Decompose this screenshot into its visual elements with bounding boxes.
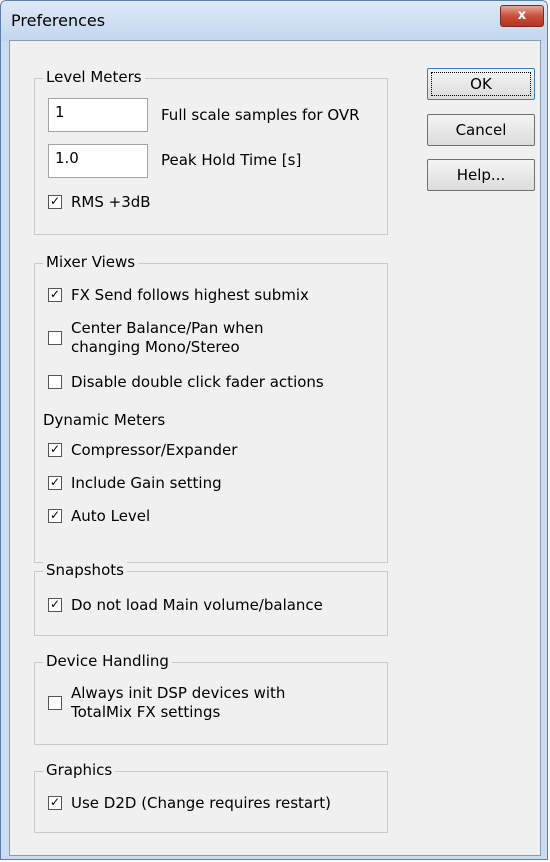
no-main-volume-label: Do not load Main volume/balance bbox=[71, 596, 323, 614]
rms-checkbox[interactable]: ✓ RMS +3dB bbox=[48, 193, 151, 211]
check-icon: ✓ bbox=[48, 795, 62, 810]
center-balance-checkbox[interactable]: Center Balance/Pan when changing Mono/St… bbox=[48, 319, 263, 357]
unchecked-box-icon bbox=[48, 696, 62, 710]
unchecked-box-icon bbox=[48, 331, 62, 345]
check-icon: ✓ bbox=[48, 287, 62, 302]
always-init-label-line2: TotalMix FX settings bbox=[71, 703, 221, 721]
center-balance-label-line1: Center Balance/Pan when bbox=[71, 319, 264, 337]
check-icon: ✓ bbox=[48, 508, 62, 523]
fx-send-checkbox[interactable]: ✓ FX Send follows highest submix bbox=[48, 286, 309, 304]
title-bar: Preferences x bbox=[1, 1, 547, 41]
check-icon: ✓ bbox=[48, 597, 62, 612]
include-gain-label: Include Gain setting bbox=[71, 474, 222, 492]
rms-label: RMS +3dB bbox=[71, 193, 151, 211]
help-button[interactable]: Help... bbox=[427, 159, 535, 191]
auto-level-label: Auto Level bbox=[71, 507, 151, 525]
preferences-dialog: Preferences x OK Cancel Help... Level Me… bbox=[0, 0, 548, 860]
level-meters-label: Level Meters bbox=[43, 68, 145, 86]
compressor-label: Compressor/Expander bbox=[71, 441, 238, 459]
disable-double-click-checkbox[interactable]: Disable double click fader actions bbox=[48, 373, 324, 391]
check-icon: ✓ bbox=[48, 475, 62, 490]
ok-button[interactable]: OK bbox=[427, 68, 535, 100]
cancel-button[interactable]: Cancel bbox=[427, 114, 535, 146]
peak-hold-input[interactable]: 1.0 bbox=[48, 144, 148, 178]
always-init-checkbox[interactable]: Always init DSP devices with TotalMix FX… bbox=[48, 684, 285, 722]
ok-button-label: OK bbox=[431, 72, 531, 96]
include-gain-checkbox[interactable]: ✓ Include Gain setting bbox=[48, 474, 222, 492]
fx-send-label: FX Send follows highest submix bbox=[71, 286, 309, 304]
dialog-body: OK Cancel Help... Level Meters 1 Full sc… bbox=[9, 40, 541, 856]
unchecked-box-icon bbox=[48, 375, 62, 389]
mixer-views-label: Mixer Views bbox=[43, 253, 139, 271]
snapshots-label: Snapshots bbox=[43, 561, 127, 579]
ovr-samples-label: Full scale samples for OVR bbox=[161, 106, 360, 124]
always-init-label-line1: Always init DSP devices with bbox=[71, 684, 286, 702]
dynamic-meters-label: Dynamic Meters bbox=[43, 411, 166, 429]
ovr-samples-input[interactable]: 1 bbox=[48, 98, 148, 132]
disable-double-click-label: Disable double click fader actions bbox=[71, 373, 324, 391]
use-d2d-checkbox[interactable]: ✓ Use D2D (Change requires restart) bbox=[48, 794, 331, 812]
graphics-label: Graphics bbox=[43, 761, 116, 779]
check-icon: ✓ bbox=[48, 194, 62, 209]
peak-hold-label: Peak Hold Time [s] bbox=[161, 151, 302, 169]
auto-level-checkbox[interactable]: ✓ Auto Level bbox=[48, 507, 150, 525]
check-icon: ✓ bbox=[48, 442, 62, 457]
no-main-volume-checkbox[interactable]: ✓ Do not load Main volume/balance bbox=[48, 596, 323, 614]
window-title: Preferences bbox=[11, 11, 106, 30]
always-init-label: Always init DSP devices with TotalMix FX… bbox=[71, 684, 285, 722]
device-handling-label: Device Handling bbox=[43, 652, 172, 670]
close-button[interactable]: x bbox=[500, 5, 544, 27]
compressor-checkbox[interactable]: ✓ Compressor/Expander bbox=[48, 441, 237, 459]
center-balance-label-line2: changing Mono/Stereo bbox=[71, 338, 240, 356]
use-d2d-label: Use D2D (Change requires restart) bbox=[71, 794, 332, 812]
close-icon: x bbox=[517, 8, 527, 23]
center-balance-label: Center Balance/Pan when changing Mono/St… bbox=[71, 319, 263, 357]
